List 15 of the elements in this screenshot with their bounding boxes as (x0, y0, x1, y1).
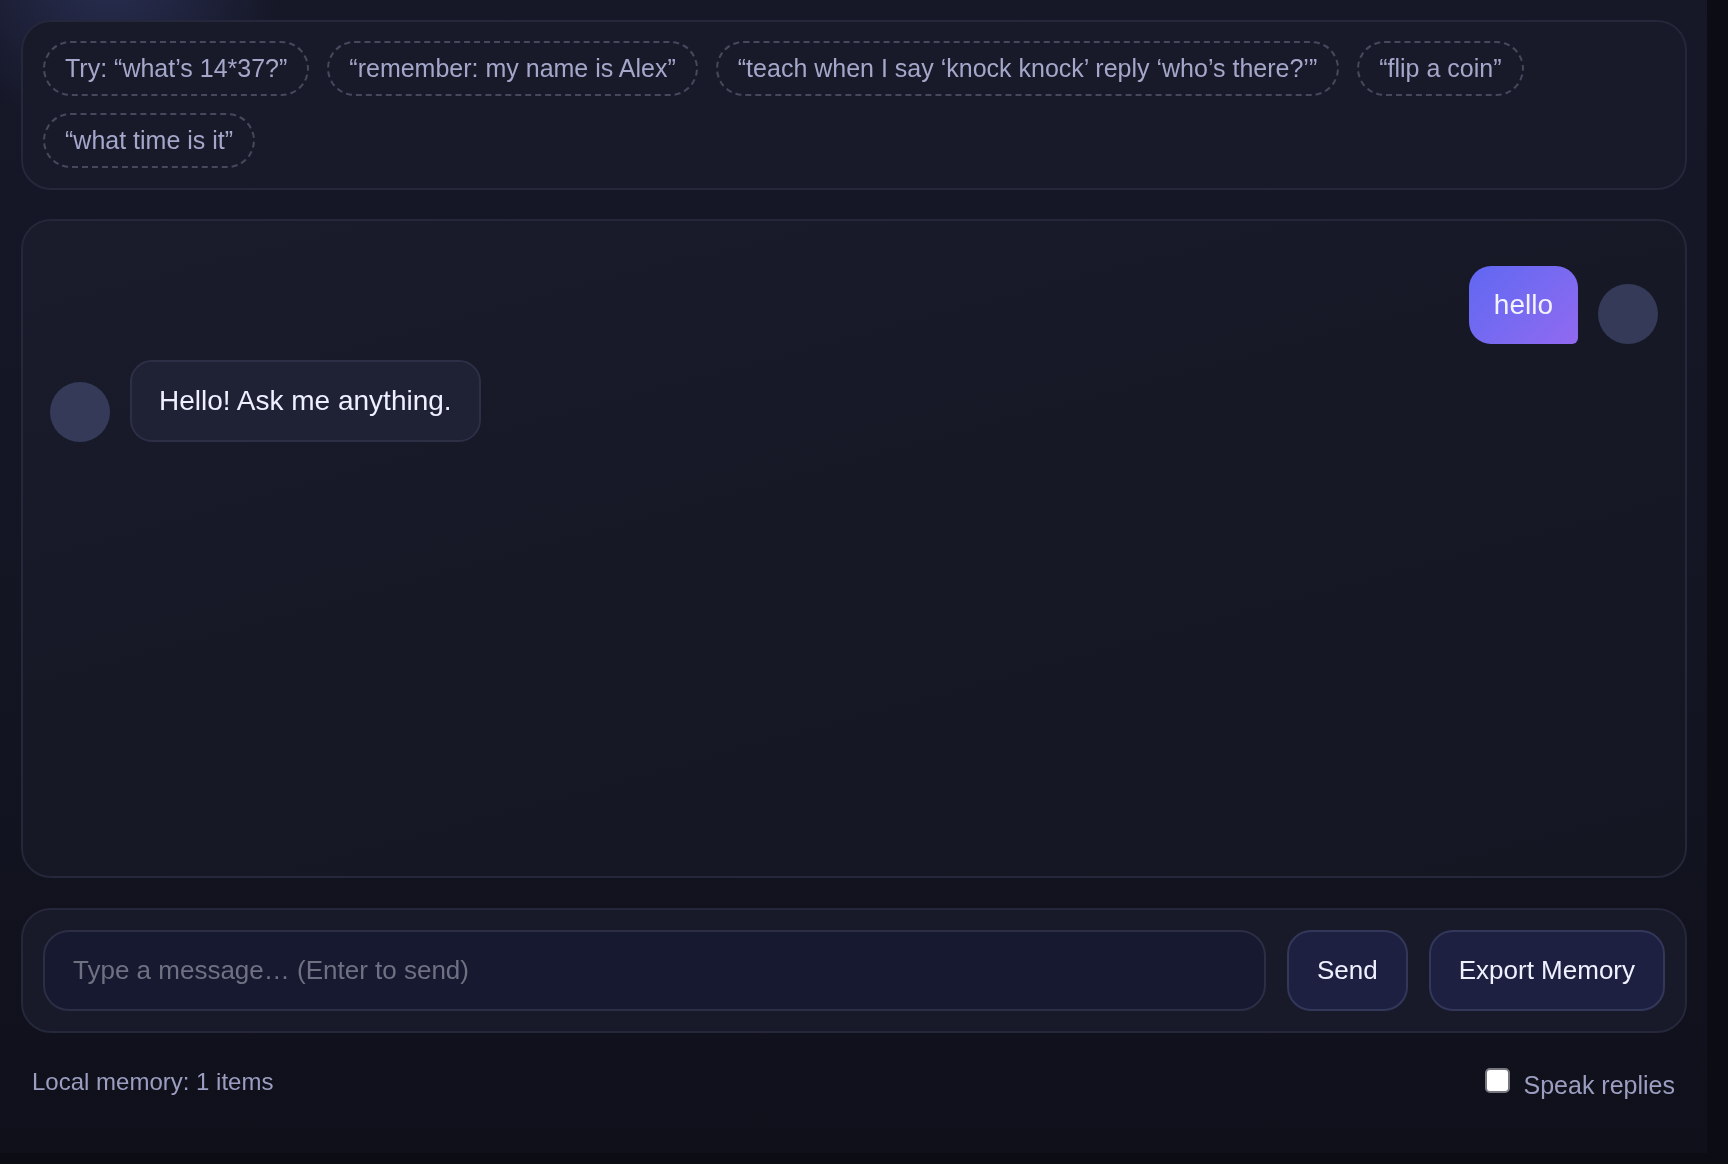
speak-replies-label[interactable]: Speak replies (1523, 1067, 1675, 1100)
message-bubble: hello (1468, 266, 1578, 344)
avatar-icon (1598, 284, 1658, 344)
export-memory-button[interactable]: Export Memory (1428, 930, 1665, 1011)
suggestion-chip[interactable]: “remember: my name is Alex” (327, 41, 698, 96)
speak-replies-checkbox[interactable] (1484, 1068, 1510, 1093)
send-button[interactable]: Send (1287, 930, 1408, 1011)
suggestion-chip[interactable]: Try: “what’s 14*37?” (43, 41, 310, 96)
memory-status-text: Local memory: 1 items (32, 1067, 274, 1096)
suggestion-chip[interactable]: “teach when I say ‘knock knock’ reply ‘who’s there?’” (715, 41, 1340, 96)
message-bubble: Hello! Ask me anything. (130, 360, 481, 442)
avatar-icon (50, 382, 110, 442)
suggestion-chip[interactable]: “flip a coin” (1357, 41, 1524, 96)
suggestion-chip[interactable]: “what time is it” (43, 113, 256, 168)
message-input[interactable]: Type a message… (Enter to send) (43, 930, 1266, 1011)
